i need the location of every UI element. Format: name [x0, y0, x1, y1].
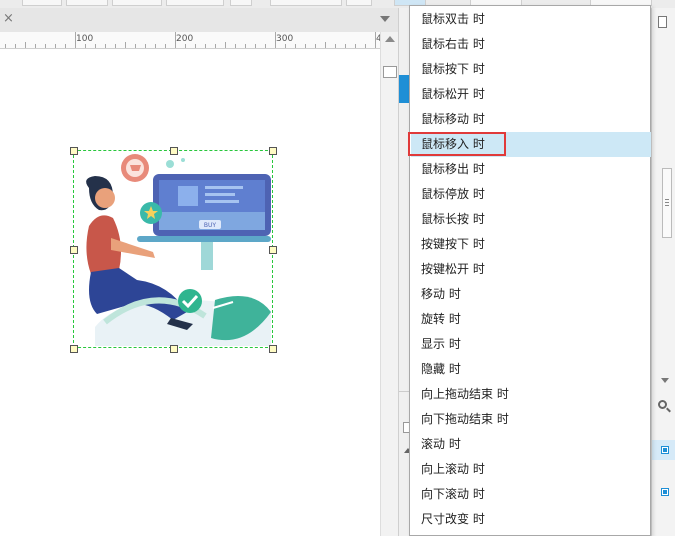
panel-scrollbar-thumb[interactable] — [662, 168, 672, 238]
ruler-tick — [205, 44, 206, 48]
resize-handle-tr[interactable] — [269, 147, 277, 155]
highlight-callout-box — [408, 132, 506, 156]
chevron-down-icon[interactable] — [380, 16, 390, 22]
event-menu-item[interactable]: 向上拖动结束 时 — [411, 382, 651, 407]
ruler-tick — [85, 44, 86, 48]
resize-handle-t[interactable] — [170, 147, 178, 155]
event-menu-item[interactable]: 按键按下 时 — [411, 232, 651, 257]
selection-box — [73, 150, 273, 348]
ruler-label: 100 — [76, 34, 94, 44]
canvas-scrollbar[interactable] — [380, 32, 399, 536]
event-menu-item[interactable]: 向下滚动 时 — [411, 482, 651, 507]
event-dropdown-menu: 鼠标双击 时鼠标右击 时鼠标按下 时鼠标松开 时鼠标移动 时鼠标移入 时鼠标移出… — [409, 5, 651, 536]
ruler-tick — [325, 42, 326, 48]
toolbar-button[interactable] — [66, 0, 108, 6]
ruler-tick — [235, 44, 236, 48]
ruler-tick — [65, 44, 66, 48]
panel-side-strip — [651, 8, 675, 536]
resize-handle-br[interactable] — [269, 345, 277, 353]
ruler-tick — [305, 44, 306, 48]
ruler-tick — [355, 44, 356, 48]
ruler-tick — [195, 44, 196, 48]
event-menu-item[interactable]: 鼠标长按 时 — [411, 207, 651, 232]
grip-line — [665, 199, 669, 200]
toolbar-button[interactable] — [346, 0, 372, 6]
ruler-label: 300 — [276, 34, 294, 44]
checkbox-icon[interactable] — [661, 446, 669, 454]
ruler-tick — [285, 44, 286, 48]
event-menu-item[interactable]: 隐藏 时 — [411, 357, 651, 382]
resize-handle-tl[interactable] — [70, 147, 78, 155]
toolbar-button[interactable] — [112, 0, 162, 6]
ruler-tick — [335, 44, 336, 48]
event-menu-item[interactable]: 移动 时 — [411, 282, 651, 307]
toolbar-button[interactable] — [230, 0, 252, 6]
ruler-tick — [105, 44, 106, 48]
ruler-tick — [5, 44, 6, 48]
toolbar-button[interactable] — [22, 0, 62, 6]
scroll-down-icon[interactable] — [661, 378, 669, 383]
grip-line — [665, 205, 669, 206]
resize-handle-l[interactable] — [70, 246, 78, 254]
event-menu-item[interactable]: 鼠标右击 时 — [411, 32, 651, 57]
ruler-tick — [345, 44, 346, 48]
event-menu-item[interactable]: 鼠标按下 时 — [411, 57, 651, 82]
event-menu-item[interactable]: 鼠标松开 时 — [411, 82, 651, 107]
document-tab-bar: × — [0, 8, 398, 33]
event-menu-item[interactable]: 鼠标停放 时 — [411, 182, 651, 207]
ruler-label: 200 — [176, 34, 194, 44]
ruler-tick — [225, 42, 226, 48]
ruler-tick — [155, 44, 156, 48]
search-icon-handle — [666, 407, 671, 413]
ruler-tick — [115, 44, 116, 48]
ruler-tick — [15, 44, 16, 48]
ruler-tick — [125, 42, 126, 48]
ruler-tick — [255, 44, 256, 48]
resize-handle-b[interactable] — [170, 345, 178, 353]
ruler-tick — [165, 44, 166, 48]
ruler-tick — [315, 44, 316, 48]
ruler-tick — [185, 44, 186, 48]
event-menu-item[interactable]: 鼠标双击 时 — [411, 7, 651, 32]
toolbar-button[interactable] — [166, 0, 224, 6]
resize-handle-r[interactable] — [269, 246, 277, 254]
toolbar-button[interactable] — [270, 0, 342, 6]
ruler-tick — [45, 44, 46, 48]
event-menu-item[interactable]: 显示 时 — [411, 332, 651, 357]
scroll-up-icon[interactable] — [385, 36, 395, 42]
ruler-tick — [135, 44, 136, 48]
ruler-tick — [265, 44, 266, 48]
ruler-tick — [35, 44, 36, 48]
ruler-tick — [365, 44, 366, 48]
grip-line — [665, 202, 669, 203]
event-menu-item[interactable]: 向下拖动结束 时 — [411, 407, 651, 432]
ruler-tick — [55, 44, 56, 48]
event-menu-item[interactable]: 尺寸改变 时 — [411, 507, 651, 532]
event-menu-item[interactable]: 向上滚动 时 — [411, 457, 651, 482]
event-menu-item[interactable]: 鼠标移出 时 — [411, 157, 651, 182]
event-menu-item[interactable]: 旋转 时 — [411, 307, 651, 332]
event-menu-item[interactable]: 按键松开 时 — [411, 257, 651, 282]
ruler-tick — [295, 44, 296, 48]
scrollbar-thumb[interactable] — [383, 66, 397, 78]
ruler-tick — [215, 44, 216, 48]
event-menu-item[interactable]: 鼠标移动 时 — [411, 107, 651, 132]
event-menu-item[interactable]: 滚动 时 — [411, 432, 651, 457]
horizontal-ruler: 100 200 300 400 — [0, 32, 380, 49]
checkbox-icon[interactable] — [661, 488, 669, 496]
resize-handle-bl[interactable] — [70, 345, 78, 353]
ruler-tick — [245, 44, 246, 48]
page-icon[interactable] — [658, 16, 667, 28]
close-icon[interactable]: × — [3, 11, 14, 27]
ruler-tick — [25, 42, 26, 48]
ruler-tick — [145, 44, 146, 48]
ruler-tick — [95, 44, 96, 48]
